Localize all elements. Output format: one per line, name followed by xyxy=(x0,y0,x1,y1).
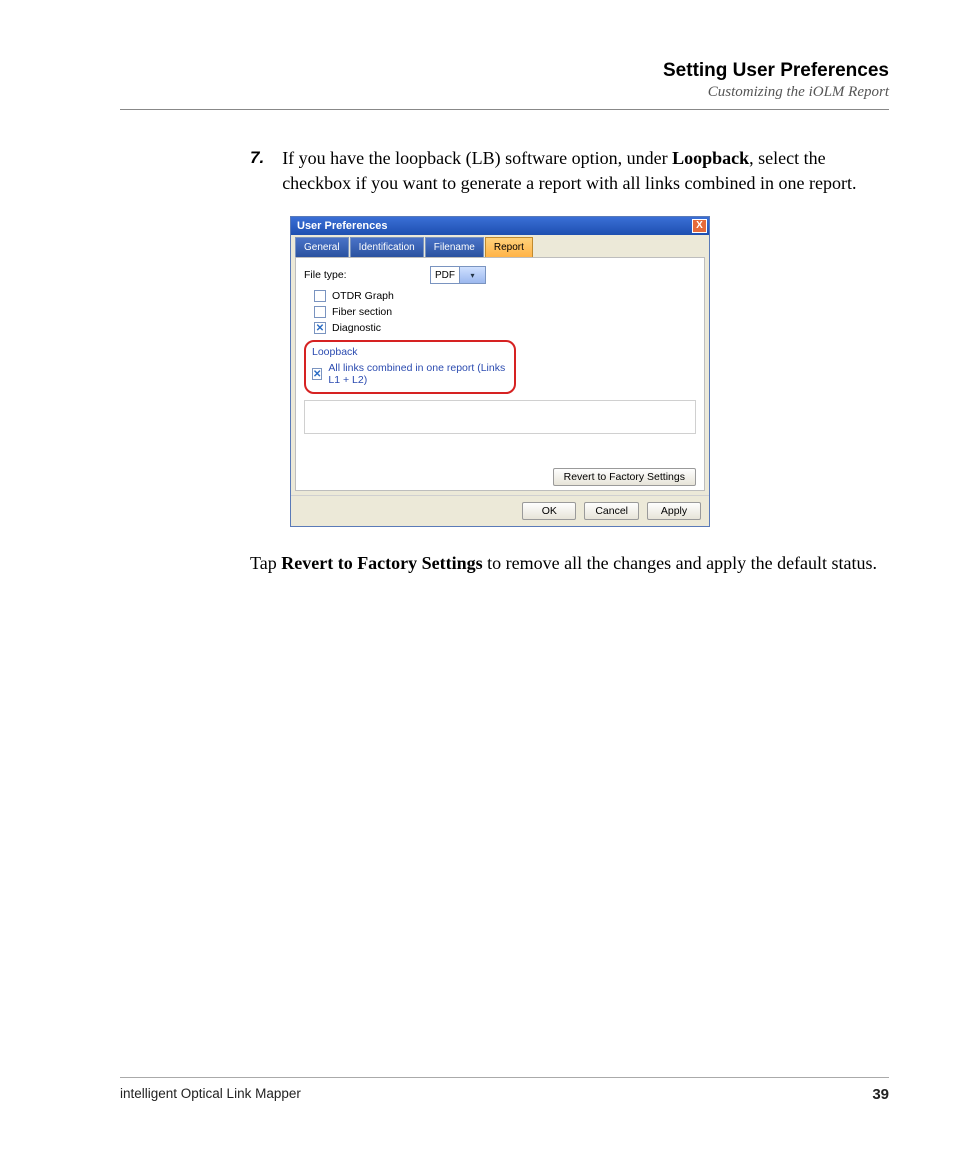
label-otdr-graph: OTDR Graph xyxy=(332,290,394,302)
header-rule xyxy=(120,109,889,110)
dialog-title: User Preferences xyxy=(297,220,388,232)
apply-button[interactable]: Apply xyxy=(647,502,701,520)
loopback-group-title: Loopback xyxy=(312,346,508,358)
para-after: to remove all the changes and apply the … xyxy=(483,553,877,573)
label-fiber-section: Fiber section xyxy=(332,306,392,318)
page-header-subtitle: Customizing the iOLM Report xyxy=(120,84,889,101)
tab-filename[interactable]: Filename xyxy=(425,237,484,257)
revert-to-factory-button[interactable]: Revert to Factory Settings xyxy=(553,468,696,486)
report-panel: File type: PDF ▾ OTDR Graph Fiber sectio… xyxy=(295,257,705,491)
footer-product: intelligent Optical Link Mapper xyxy=(120,1086,301,1103)
checkbox-otdr-graph[interactable] xyxy=(314,290,326,302)
label-diagnostic: Diagnostic xyxy=(332,322,381,334)
loopback-group-highlight: Loopback ✕ All links combined in one rep… xyxy=(304,340,516,394)
para-before: Tap xyxy=(250,553,281,573)
footer-page-number: 39 xyxy=(872,1086,889,1103)
file-type-label: File type: xyxy=(304,269,424,281)
panel-spacer xyxy=(304,400,696,434)
step-number: 7. xyxy=(250,146,264,196)
dialog-titlebar: User Preferences X xyxy=(291,217,709,235)
step-text-before: If you have the loopback (LB) software o… xyxy=(282,148,672,168)
tab-identification[interactable]: Identification xyxy=(350,237,424,257)
dialog-button-bar: OK Cancel Apply xyxy=(291,495,709,526)
step-7: 7. If you have the loopback (LB) softwar… xyxy=(250,146,889,196)
checkbox-loopback-combined[interactable]: ✕ xyxy=(312,368,322,380)
dialog-tabs: General Identification Filename Report xyxy=(291,235,709,257)
file-type-select[interactable]: PDF ▾ xyxy=(430,266,486,284)
file-type-value: PDF xyxy=(431,270,459,281)
checkbox-diagnostic[interactable]: ✕ xyxy=(314,322,326,334)
label-loopback-combined: All links combined in one report (Links … xyxy=(328,362,508,386)
chevron-down-icon: ▾ xyxy=(459,267,485,283)
close-icon[interactable]: X xyxy=(692,219,707,233)
ok-button[interactable]: OK xyxy=(522,502,576,520)
checkbox-fiber-section[interactable] xyxy=(314,306,326,318)
user-preferences-dialog: User Preferences X General Identificatio… xyxy=(290,216,710,527)
tab-report[interactable]: Report xyxy=(485,237,533,257)
tab-general[interactable]: General xyxy=(295,237,349,257)
cancel-button[interactable]: Cancel xyxy=(584,502,639,520)
step-text: If you have the loopback (LB) software o… xyxy=(282,146,889,196)
footer-rule xyxy=(120,1077,889,1078)
revert-paragraph: Tap Revert to Factory Settings to remove… xyxy=(250,551,889,576)
page-footer: intelligent Optical Link Mapper 39 xyxy=(120,1077,889,1103)
page-header-title: Setting User Preferences xyxy=(120,60,889,82)
step-bold-loopback: Loopback xyxy=(672,148,749,168)
para-bold-revert: Revert to Factory Settings xyxy=(281,553,482,573)
